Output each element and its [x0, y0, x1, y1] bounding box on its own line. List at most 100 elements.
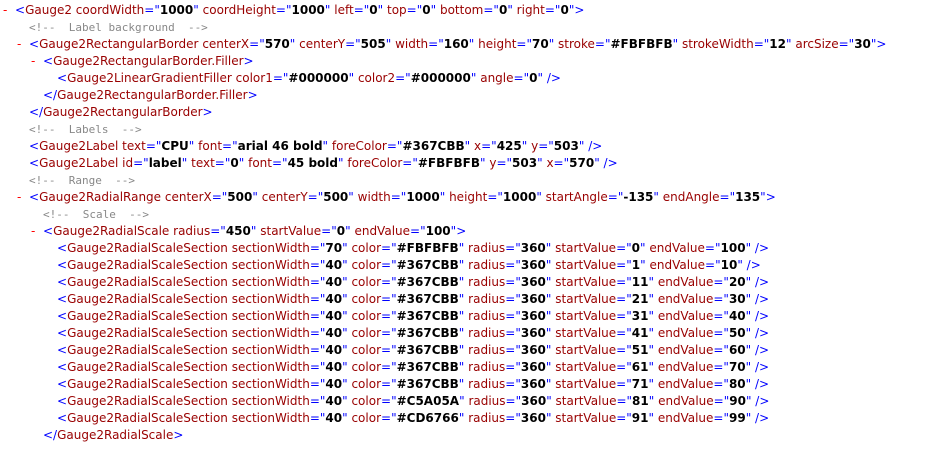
- attr-quote: =": [481, 139, 497, 153]
- attr-name: startValue: [555, 326, 617, 340]
- tag-bracket: </: [43, 428, 58, 442]
- attr-quote: =": [381, 309, 397, 323]
- attr-quote: =": [309, 377, 326, 391]
- attr-name: id: [122, 156, 134, 170]
- tag-name: Gauge2RadialScale: [57, 428, 174, 442]
- tag-bracket: <: [57, 377, 68, 391]
- collapse-toggle[interactable]: -: [31, 53, 43, 70]
- attr-quote: ": [458, 343, 465, 357]
- attr-quote: =": [505, 275, 521, 289]
- attr-name: color: [351, 292, 382, 306]
- attr-name: startValue: [555, 275, 617, 289]
- attr-quote: ": [648, 309, 654, 323]
- attr-name: radius: [468, 343, 506, 357]
- attr-quote: =": [402, 156, 418, 170]
- attr-value: 503: [512, 156, 538, 170]
- collapse-toggle[interactable]: -: [31, 223, 43, 240]
- attr-quote: =": [214, 156, 231, 170]
- xml-line: - <Gauge2RadialScale radius="450" startVa…: [0, 223, 937, 240]
- attr-value: 40: [325, 360, 343, 374]
- attr-quote: ": [458, 411, 465, 425]
- attr-name: radius: [468, 377, 506, 391]
- attr-name: startValue: [555, 241, 617, 255]
- tag-name: Gauge2Label: [39, 156, 119, 170]
- xml-comment: <!-- Label background -->: [29, 21, 208, 34]
- attr-name: color1: [235, 71, 273, 85]
- attr-quote: ": [745, 241, 752, 255]
- attr-name: radius: [173, 224, 211, 238]
- attr-name: radius: [468, 326, 506, 340]
- attr-value: 61: [631, 360, 649, 374]
- xml-line: <Gauge2Label id="label" text="0" font="4…: [0, 155, 937, 172]
- attr-quote: =": [381, 275, 397, 289]
- tag-bracket: <: [57, 394, 68, 408]
- attr-quote: ": [648, 411, 655, 425]
- attr-value: 11: [631, 275, 649, 289]
- xml-line: <Gauge2LinearGradientFiller color1="#000…: [0, 70, 937, 87]
- attr-quote: =": [381, 292, 397, 306]
- tag-name: Gauge2RadialScaleSection: [67, 241, 228, 255]
- attr-name: endValue: [657, 360, 714, 374]
- attr-quote: ": [545, 377, 552, 391]
- attr-quote: =": [321, 224, 337, 238]
- attr-value: 40: [325, 258, 343, 272]
- attr-value: #FBFBFB: [417, 156, 480, 170]
- attr-value: 30: [728, 292, 746, 306]
- attr-quote: =": [487, 190, 503, 204]
- attr-quote: =": [271, 156, 288, 170]
- attr-quote: =": [616, 411, 632, 425]
- tag-bracket: <: [43, 54, 54, 68]
- attr-value: 0: [230, 156, 239, 170]
- attr-value: 0: [336, 224, 346, 238]
- attr-quote: ": [458, 241, 465, 255]
- xml-line: <Gauge2RadialScaleSection sectionWidth="…: [0, 240, 937, 257]
- attr-value: #CD6766: [396, 411, 459, 425]
- attr-value: 100: [720, 241, 746, 255]
- attr-name: right: [516, 3, 545, 17]
- attr-value: 40: [325, 377, 343, 391]
- attr-value: 503: [553, 139, 579, 153]
- attr-value: 100: [425, 224, 451, 238]
- tag-bracket: />: [755, 309, 770, 323]
- xml-line: <!-- Range -->: [0, 172, 937, 189]
- attr-name: height: [449, 190, 488, 204]
- attr-quote: ": [785, 37, 792, 51]
- attr-name: radius: [468, 309, 506, 323]
- attr-name: startValue: [555, 309, 617, 323]
- attr-quote: =": [210, 224, 226, 238]
- tag-bracket: </: [29, 105, 44, 119]
- xml-line: <!-- Label background -->: [0, 19, 937, 36]
- attr-quote: =": [272, 71, 289, 85]
- attr-quote: ": [342, 326, 348, 340]
- collapse-toggle[interactable]: -: [17, 36, 29, 53]
- attr-quote: =": [309, 275, 326, 289]
- attr-quote: =": [616, 309, 632, 323]
- attr-quote: =": [516, 37, 532, 51]
- attr-name: sectionWidth: [231, 309, 310, 323]
- attr-quote: ": [745, 394, 752, 408]
- tag-bracket: <: [57, 360, 68, 374]
- attr-quote: =": [381, 241, 397, 255]
- attr-value: #367CBB: [402, 139, 465, 153]
- tag-name: Gauge2RadialScaleSection: [67, 275, 228, 289]
- collapse-toggle[interactable]: -: [3, 2, 15, 19]
- attr-quote: =": [505, 258, 521, 272]
- tag-name: Gauge2RadialScaleSection: [67, 309, 228, 323]
- attr-value: #367CBB: [396, 377, 459, 391]
- attr-value: 40: [325, 343, 343, 357]
- attr-name: sectionWidth: [231, 258, 310, 272]
- attr-name: startValue: [555, 377, 617, 391]
- tag-name: Gauge2RectangularBorder: [43, 105, 203, 119]
- attr-quote: ": [181, 156, 188, 170]
- attr-quote: =": [496, 156, 513, 170]
- attr-quote: =": [538, 139, 554, 153]
- attr-quote: =": [616, 394, 633, 408]
- attr-quote: ": [537, 71, 543, 85]
- tag-bracket: <: [29, 37, 40, 51]
- collapse-toggle[interactable]: -: [17, 189, 29, 206]
- attr-value: 0: [422, 3, 431, 17]
- attr-name: endValue: [657, 377, 714, 391]
- attr-value: CPU: [161, 139, 189, 153]
- attr-quote: =": [616, 360, 632, 374]
- attr-quote: ": [342, 241, 348, 255]
